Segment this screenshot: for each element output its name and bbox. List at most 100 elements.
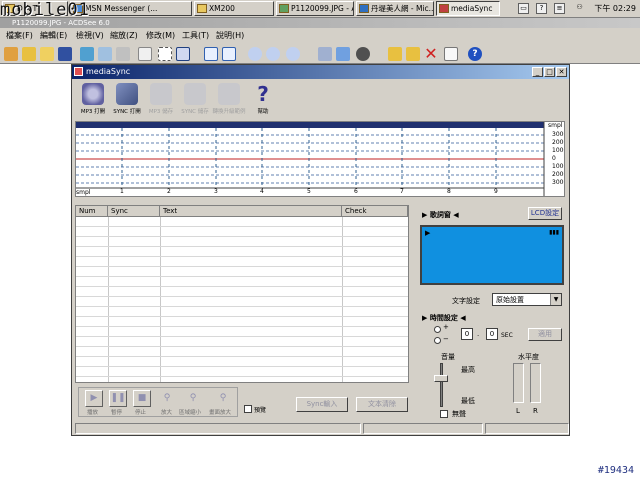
minimize-button[interactable]: _ [532,67,543,77]
minus-radio[interactable] [434,337,441,344]
zoom-tool-icon[interactable] [176,47,190,61]
preview-label: 預覽 [254,407,267,414]
table-row[interactable] [76,347,408,357]
delete-icon[interactable]: ✕ [424,46,438,62]
menu-help[interactable]: 說明(H) [216,28,244,44]
help-icon[interactable]: ? [536,3,547,14]
menu-icon[interactable]: ≡ [554,3,565,14]
printer-icon[interactable]: ▭ [518,3,529,14]
table-row[interactable] [76,287,408,297]
hand-icon[interactable] [138,47,152,61]
column-header-sync[interactable]: Sync [108,206,160,217]
print-icon[interactable] [116,47,130,61]
play-button[interactable]: ▶ [85,390,103,407]
properties-icon[interactable] [444,47,458,61]
move-to-folder-icon[interactable] [406,47,420,61]
menu-file[interactable]: 檔案(F) [6,28,33,44]
table-row[interactable] [76,367,408,377]
table-row[interactable] [76,237,408,247]
taskbar-button-acdsee[interactable]: P1120099.JPG - A... [276,1,354,16]
zoom-menu-icon[interactable] [286,47,300,61]
chevron-down-icon[interactable]: ▼ [550,294,561,305]
volume-min-label: 最低 [461,397,475,405]
zoom-in-icon[interactable] [248,47,262,61]
seconds-input[interactable]: 0 [461,328,473,340]
table-row[interactable] [76,227,408,237]
tenths-input[interactable]: 0 [486,328,498,340]
table-row[interactable] [76,307,408,317]
volume-slider-thumb[interactable] [434,375,448,382]
sync-input-button[interactable]: Sync輸入 [296,397,348,412]
folder-icon[interactable] [40,47,54,61]
adjust-icon[interactable] [336,47,350,61]
table-row[interactable] [76,267,408,277]
lyric-table[interactable]: Num Sync Text Check [75,205,409,383]
minus-label: − [443,335,449,343]
column-header-text[interactable]: Text [160,206,342,217]
battery-icon: ▮▮▮ [549,229,559,236]
close-button[interactable]: ✕ [556,67,567,77]
plus-label: + [443,323,449,331]
menu-modify[interactable]: 修改(M) [146,28,175,44]
image-icon[interactable] [80,47,94,61]
clear-text-button[interactable]: 文本清除 [356,397,408,412]
browse-icon[interactable] [4,47,18,61]
table-row[interactable] [76,357,408,367]
table-row[interactable] [76,247,408,257]
table-row[interactable] [76,297,408,307]
table-row[interactable] [76,327,408,337]
column-header-check[interactable]: Check [342,206,408,217]
lcd-setting-button[interactable]: LCD設定 [528,207,562,220]
copy-to-folder-icon[interactable] [388,47,402,61]
menu-edit[interactable]: 編輯(E) [40,28,67,44]
taskbar: D A T MSN Messenger (... XM200 P1120099.… [0,0,640,18]
cd-icon [82,83,104,105]
menu-view[interactable]: 檢視(V) [76,28,104,44]
text-setting-select[interactable]: 原始設置 ▼ [492,293,562,306]
zoom-in-icon[interactable]: ⚲ [159,390,175,406]
mute-checkbox[interactable] [440,410,448,418]
zoom-reset-icon[interactable]: ⚲ [215,390,231,406]
mediasync-icon [439,4,449,13]
help-icon[interactable]: ? [468,47,482,61]
table-row[interactable] [76,337,408,347]
menu-zoom[interactable]: 縮放(Z) [110,28,138,44]
maximize-button[interactable]: □ [544,67,555,77]
open-mp3-button[interactable]: MP3 打開 [76,83,110,119]
table-row[interactable] [76,217,408,227]
convert-button[interactable]: 轉換升級範例 [212,83,246,119]
plus-radio[interactable] [434,326,441,333]
open-sync-button[interactable]: SYNC 打開 [110,83,144,119]
fit-icon[interactable] [204,47,218,61]
waveform-panel[interactable]: smpl smpl 30000 20000 10000 0 10000 2000… [75,121,565,197]
save-icon[interactable] [58,47,72,61]
network-icon[interactable]: ⚇ [574,3,585,14]
taskbar-button-ie[interactable]: 丹堤美人網 - Mic... [356,1,434,16]
ruler-label: 1 [120,188,124,195]
select-icon[interactable] [158,47,172,61]
taskbar-button-mediasync[interactable]: mediaSync [436,1,500,16]
table-row[interactable] [76,317,408,327]
preview-checkbox[interactable] [244,405,252,413]
table-row[interactable] [76,257,408,267]
mediasync-titlebar[interactable]: mediaSync _ □ ✕ [72,65,569,79]
menu-tools[interactable]: 工具(T) [182,28,209,44]
save-mp3-button[interactable]: MP3 儲存 [144,83,178,119]
disc-icon[interactable] [356,47,370,61]
actual-size-icon[interactable] [222,47,236,61]
stop-button[interactable]: ■ [133,390,151,407]
table-row[interactable] [76,277,408,287]
apply-button[interactable]: 適用 [528,328,562,341]
slideshow-icon[interactable] [98,47,112,61]
save-sync-button[interactable]: SYNC 儲存 [178,83,212,119]
zoom-out-icon[interactable] [266,47,280,61]
rotate-icon[interactable] [318,47,332,61]
column-header-num[interactable]: Num [76,206,108,217]
pause-button[interactable]: ❚❚ [109,390,127,407]
help-button[interactable]: ? 幫助 [246,83,280,119]
open-folder-icon[interactable] [22,47,36,61]
lyric-window-label: ▶ 歌詞窗 ◀ [422,211,459,219]
mute-label: 無聲 [452,410,466,418]
zoom-region-icon[interactable]: ⚲ [185,390,201,406]
taskbar-button-xm200[interactable]: XM200 [194,1,274,16]
